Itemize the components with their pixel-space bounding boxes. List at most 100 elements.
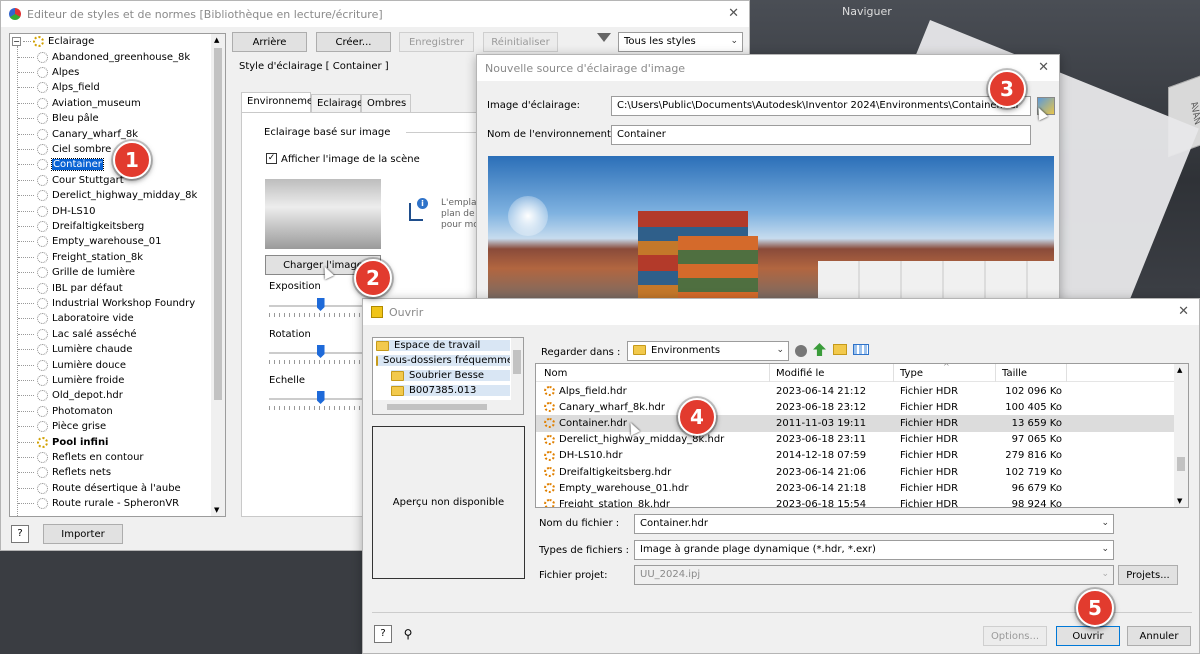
tree-item[interactable]: Ciel sombre — [18, 142, 111, 157]
tree-item[interactable]: Aviation_museum — [18, 96, 141, 111]
back-button[interactable]: Arrière — [232, 32, 307, 52]
tree-item[interactable]: Lac salé asséché — [18, 327, 137, 342]
help-icon[interactable]: ? — [374, 625, 392, 643]
tree-item-label: IBL par défaut — [52, 282, 123, 294]
tab-shadows[interactable]: Ombres — [361, 94, 411, 112]
places-list[interactable]: Espace de travail Sous-dossiers fréquemm… — [372, 337, 524, 415]
places-hscroll-thumb[interactable] — [387, 404, 487, 410]
save-button[interactable]: Enregistrer — [399, 32, 474, 52]
place-b007385[interactable]: B007385.013 — [391, 385, 510, 396]
show-image-checkbox[interactable]: ✓ — [266, 153, 277, 164]
close-icon[interactable]: ✕ — [1178, 304, 1189, 319]
col-modified[interactable]: Modifié le — [776, 368, 824, 379]
new-folder-icon[interactable] — [833, 344, 847, 355]
env-name-field[interactable]: Container — [611, 125, 1031, 145]
tree-scrollbar[interactable]: ▲ ▼ — [211, 34, 225, 516]
tree-item[interactable]: Old_depot.hdr — [18, 388, 123, 403]
help-icon[interactable]: ? — [11, 525, 29, 543]
project-select[interactable]: UU_2024.ipj ⌄ — [634, 565, 1114, 585]
scroll-up-icon[interactable]: ▲ — [1177, 366, 1182, 374]
tree-item[interactable]: Photomaton — [18, 404, 113, 419]
tree-item[interactable]: IBL par défaut — [18, 280, 123, 295]
tab-lighting[interactable]: Eclairage — [311, 94, 363, 112]
reset-button[interactable]: Réinitialiser — [483, 32, 558, 52]
exposure-label: Exposition — [269, 281, 321, 292]
image-path-field[interactable]: C:\Users\Public\Documents\Autodesk\Inven… — [611, 96, 1031, 116]
style-header: Style d'éclairage [ Container ] — [239, 61, 389, 72]
dotted-connector-icon — [18, 56, 34, 58]
tree-item[interactable]: Bleu pâle — [18, 111, 99, 126]
file-row[interactable]: Dreifaltigkeitsberg.hdr 2023-06-14 21:06 F… — [536, 464, 1176, 480]
file-scrollbar[interactable]: ▲ ▼ — [1174, 364, 1188, 507]
tree-item[interactable]: Pool infini — [18, 434, 108, 449]
tree-item[interactable]: Alps_field — [18, 80, 100, 95]
collapse-icon[interactable]: − — [12, 37, 21, 47]
tree-item[interactable]: Container — [18, 157, 104, 172]
place-soubrier[interactable]: Soubrier Besse — [391, 370, 510, 381]
col-name[interactable]: Nom — [544, 368, 567, 379]
place-workspace[interactable]: Espace de travail — [376, 340, 510, 351]
filetype-select[interactable]: Image à grande plage dynamique (*.hdr, *… — [634, 540, 1114, 560]
tree-item[interactable]: Reflets en contour — [18, 450, 144, 465]
tree-item[interactable]: Grille de lumière — [18, 265, 135, 280]
tree-root[interactable]: − Eclairage — [12, 34, 94, 49]
back-nav-icon[interactable] — [795, 345, 807, 357]
file-row[interactable]: DH-LS10.hdr 2014-12-18 07:59 Fichier HDR 27… — [536, 448, 1176, 464]
close-icon[interactable]: ✕ — [728, 6, 739, 21]
file-row[interactable]: Alps_field.hdr 2023-06-14 21:12 Fichier HD… — [536, 383, 1176, 399]
tab-environment[interactable]: Environnement — [241, 92, 323, 112]
style-tree[interactable]: − Eclairage Abandoned_greenhouse_8k Alpes… — [9, 33, 226, 517]
tree-scroll-thumb[interactable] — [214, 48, 222, 400]
open-button[interactable]: Ouvrir — [1056, 626, 1120, 646]
view-menu-icon[interactable] — [853, 344, 869, 355]
place-frequent[interactable]: Sous-dossiers fréquemme — [376, 355, 510, 366]
places-hscrollbar[interactable] — [373, 400, 523, 414]
binoculars-icon[interactable]: ⚲ — [399, 625, 417, 643]
tree-item[interactable]: Dreifaltigkeitsberg — [18, 219, 144, 234]
col-type[interactable]: Type — [900, 368, 923, 379]
col-divider — [769, 364, 770, 382]
filter-icon[interactable] — [597, 33, 611, 42]
options-button[interactable]: Options... — [983, 626, 1047, 646]
file-row[interactable]: Canary_wharf_8k.hdr 2023-06-18 23:12 Fichi… — [536, 399, 1176, 415]
file-row[interactable]: Freight_station_8k.hdr 2023-06-18 15:54 Fi… — [536, 496, 1176, 507]
tree-item[interactable]: Derelict_highway_midday_8k — [18, 188, 197, 203]
source-title: Nouvelle source d'éclairage d'image — [485, 61, 686, 75]
tree-item[interactable]: Freight_station_8k — [18, 250, 143, 265]
up-folder-icon[interactable] — [813, 343, 826, 356]
filename-field[interactable]: Container.hdr ⌄ — [634, 514, 1114, 534]
sun-outline-icon — [37, 251, 48, 263]
tree-item[interactable]: Reflets nets — [18, 465, 111, 480]
close-icon[interactable]: ✕ — [1038, 60, 1049, 75]
tree-item[interactable]: Pièce grise — [18, 419, 106, 434]
tree-item[interactable]: Route rurale - SpheronVR — [18, 496, 179, 511]
tree-item[interactable]: Cour Stuttgart — [18, 173, 124, 188]
filter-select[interactable]: Tous les styles ⌄ — [618, 32, 743, 52]
tree-item[interactable]: Lumière froide — [18, 373, 124, 388]
cancel-button[interactable]: Annuler — [1127, 626, 1191, 646]
create-button[interactable]: Créer... — [316, 32, 391, 52]
scroll-down-icon[interactable]: ▼ — [214, 506, 219, 514]
places-scrollbar[interactable] — [511, 338, 523, 400]
tree-item[interactable]: Industrial Workshop Foundry — [18, 296, 195, 311]
filter-select-value: Tous les styles — [624, 36, 696, 47]
file-list[interactable]: Nom Modifié le ^ Type Taille Alps_field.… — [535, 363, 1189, 508]
places-scroll-thumb[interactable] — [513, 350, 521, 374]
tree-item[interactable]: Alpes — [18, 65, 79, 80]
file-scroll-thumb[interactable] — [1177, 457, 1185, 471]
scroll-down-icon[interactable]: ▼ — [1177, 497, 1182, 505]
tree-item[interactable]: DH-LS10 — [18, 203, 95, 218]
projects-button[interactable]: Projets... — [1118, 565, 1178, 585]
file-row[interactable]: Empty_warehouse_01.hdr 2023-06-14 21:18 Fi… — [536, 480, 1176, 496]
scroll-up-icon[interactable]: ▲ — [214, 36, 219, 44]
tree-item[interactable]: Laboratoire vide — [18, 311, 134, 326]
tree-item[interactable]: Abandoned_greenhouse_8k — [18, 49, 190, 64]
look-in-select[interactable]: Environments ⌄ — [627, 341, 789, 361]
col-size[interactable]: Taille — [1002, 368, 1027, 379]
import-button[interactable]: Importer — [43, 524, 123, 544]
tree-item[interactable]: Lumière chaude — [18, 342, 132, 357]
tree-item[interactable]: Canary_wharf_8k — [18, 126, 138, 141]
tree-item[interactable]: Empty_warehouse_01 — [18, 234, 161, 249]
tree-item[interactable]: Lumière douce — [18, 357, 126, 372]
tree-item[interactable]: Route désertique à l'aube — [18, 481, 181, 496]
